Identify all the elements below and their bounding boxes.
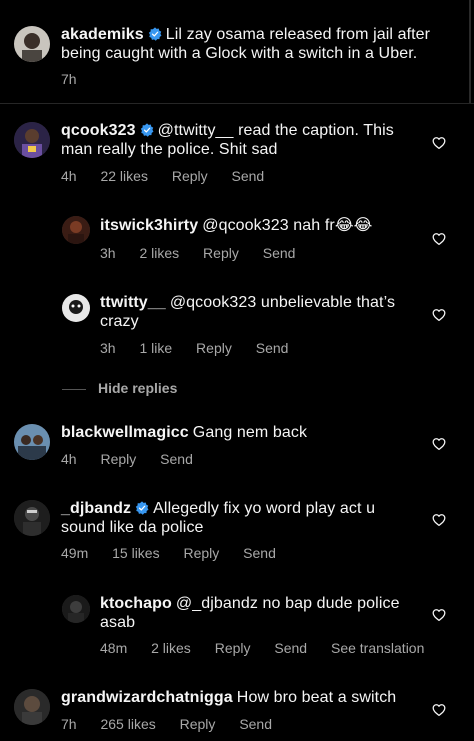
likes-count[interactable]: 2 likes — [139, 245, 179, 261]
hide-replies-line — [62, 389, 86, 390]
caption-username[interactable]: akademiks — [61, 26, 144, 43]
reply-meta: 48m 2 likes Reply Send See translation — [100, 640, 444, 656]
caption-meta: 7h — [61, 71, 97, 87]
send-button[interactable]: Send — [274, 640, 307, 656]
reply-button[interactable]: Reply — [203, 245, 239, 261]
reply-text: ttwitty__ @qcook323 unbelievable that’s c… — [100, 293, 420, 331]
caption-text: akademiks Lil zay osama released from jai… — [61, 25, 441, 63]
comment-text: grandwizardchatnigga How bro beat a switc… — [61, 688, 416, 707]
caption-timestamp: 7h — [61, 71, 77, 87]
heart-outline-icon[interactable] — [432, 136, 446, 150]
comment-body: Gang nem back — [192, 424, 308, 441]
verified-badge-icon — [140, 123, 154, 137]
avatar[interactable] — [14, 122, 50, 158]
likes-count[interactable]: 22 likes — [100, 168, 147, 184]
likes-count[interactable]: 2 likes — [151, 640, 191, 656]
comment-text: _djbandz Allegedly fix yo word play act u… — [61, 499, 401, 537]
avatar[interactable] — [14, 424, 50, 460]
comment-meta: 49m 15 likes Reply Send — [61, 545, 296, 561]
see-translation-button[interactable]: See translation — [331, 640, 424, 656]
reply-text: itswick3hirty @qcook323 nah fr😂😂 — [100, 216, 420, 235]
comment-timestamp: 7h — [61, 716, 77, 732]
heart-outline-icon[interactable] — [432, 308, 446, 322]
comment-meta: 7h 265 likes Reply Send — [61, 716, 292, 732]
comment-username[interactable]: grandwizardchatnigga — [61, 689, 233, 706]
reply-button[interactable]: Reply — [215, 640, 251, 656]
comment-username[interactable]: qcook323 — [61, 122, 136, 139]
reply-button[interactable]: Reply — [172, 168, 208, 184]
send-button[interactable]: Send — [160, 451, 193, 467]
comment-timestamp: 49m — [61, 545, 89, 561]
comment-text: blackwellmagicc Gang nem back — [61, 423, 416, 442]
avatar[interactable] — [14, 26, 50, 62]
reply-button[interactable]: Reply — [196, 340, 232, 356]
avatar[interactable] — [62, 595, 90, 623]
reply-button[interactable]: Reply — [180, 716, 216, 732]
likes-count[interactable]: 15 likes — [112, 545, 159, 561]
comment-body: How bro beat a switch — [236, 689, 397, 706]
comment-username[interactable]: _djbandz — [61, 500, 131, 517]
avatar[interactable] — [62, 216, 90, 244]
avatar[interactable] — [14, 689, 50, 725]
send-button[interactable]: Send — [239, 716, 272, 732]
verified-badge-icon — [135, 501, 149, 515]
reply-username[interactable]: ttwitty__ — [100, 294, 166, 311]
reply-body: @qcook323 nah fr😂😂 — [202, 217, 373, 234]
avatar[interactable] — [62, 294, 90, 322]
send-button[interactable]: Send — [263, 245, 296, 261]
verified-badge-icon — [148, 27, 162, 41]
reply-button[interactable]: Reply — [183, 545, 219, 561]
comment-meta: 4h 22 likes Reply Send — [61, 168, 284, 184]
reply-timestamp: 3h — [100, 340, 116, 356]
post-caption: akademiks Lil zay osama released from jai… — [0, 0, 474, 104]
comment-timestamp: 4h — [61, 168, 77, 184]
heart-outline-icon[interactable] — [432, 513, 446, 527]
reply-button[interactable]: Reply — [100, 451, 136, 467]
avatar[interactable] — [14, 500, 50, 536]
likes-count[interactable]: 1 like — [139, 340, 172, 356]
hide-replies-button[interactable]: Hide replies — [98, 380, 177, 396]
send-button[interactable]: Send — [256, 340, 289, 356]
heart-outline-icon[interactable] — [432, 703, 446, 717]
reply-username[interactable]: ktochapo — [100, 595, 172, 612]
comment-text: qcook323 @ttwitty__ read the caption. Thi… — [61, 121, 416, 159]
send-button[interactable]: Send — [243, 545, 276, 561]
comment-timestamp: 4h — [61, 451, 77, 467]
reply-text: ktochapo @_djbandz no bap dude police asa… — [100, 594, 420, 632]
reply-timestamp: 3h — [100, 245, 116, 261]
send-button[interactable]: Send — [232, 168, 265, 184]
reply-username[interactable]: itswick3hirty — [100, 217, 198, 234]
likes-count[interactable]: 265 likes — [100, 716, 155, 732]
scrollbar[interactable] — [469, 0, 471, 103]
reply-timestamp: 48m — [100, 640, 128, 656]
reply-meta: 3h 1 like Reply Send — [100, 340, 308, 356]
comment-username[interactable]: blackwellmagicc — [61, 424, 189, 441]
heart-outline-icon[interactable] — [432, 608, 446, 622]
heart-outline-icon[interactable] — [432, 232, 446, 246]
comment-meta: 4h Reply Send — [61, 451, 213, 467]
reply-meta: 3h 2 likes Reply Send — [100, 245, 315, 261]
heart-outline-icon[interactable] — [432, 437, 446, 451]
